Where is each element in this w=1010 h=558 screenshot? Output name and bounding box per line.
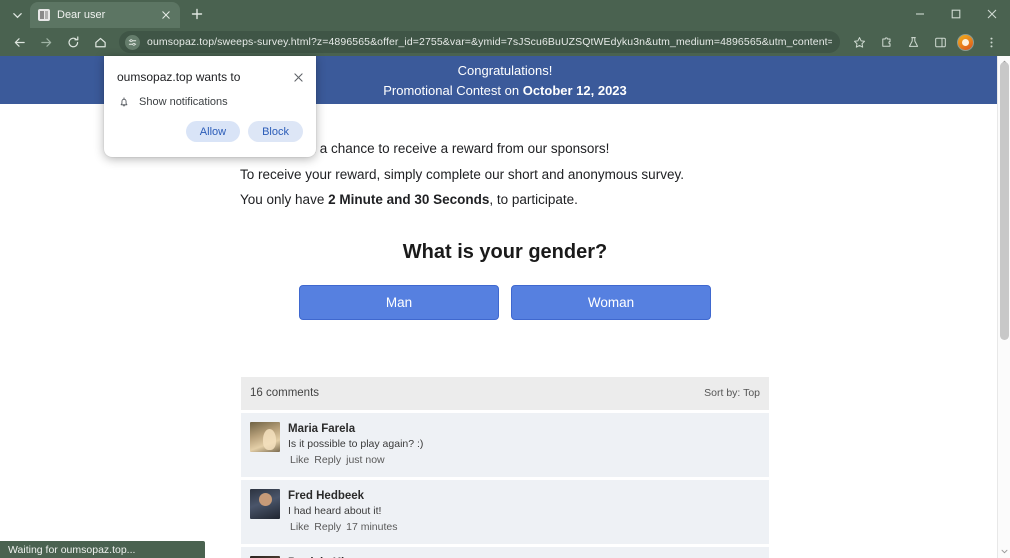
three-dot-menu-icon [989, 37, 993, 47]
reload-icon [67, 35, 78, 47]
flask-icon [908, 36, 918, 47]
window-controls [902, 0, 1010, 28]
comments-sort-control[interactable]: Sort by: Top [704, 387, 760, 399]
browser-tab[interactable]: Dear user [30, 2, 180, 28]
comment-author: Maria Farela [288, 422, 356, 435]
comment-meta: Like Reply just now [288, 453, 760, 468]
maximize-icon [951, 9, 961, 19]
puzzle-icon [881, 36, 891, 47]
address-bar[interactable]: oumsopaz.top/sweeps-survey.html?z=489656… [119, 31, 840, 53]
comment-author: Fred Hedbeek [288, 489, 365, 502]
intro-line-3-prefix: You only have [240, 192, 329, 207]
url-text: oumsopaz.top/sweeps-survey.html?z=489656… [147, 36, 832, 48]
comment-timestamp: 17 minutes [346, 520, 398, 533]
banner-subtitle: Promotional Contest on October 12, 2023 [383, 83, 627, 98]
minimize-icon [916, 13, 924, 15]
reload-button[interactable] [60, 30, 86, 54]
intro-line-3-suffix: , to participate. [489, 192, 578, 207]
profile-avatar-icon[interactable] [957, 33, 974, 51]
bell-icon [120, 97, 128, 107]
intro-line-2: To receive your reward, simply complete … [240, 166, 684, 182]
new-tab-button[interactable] [184, 1, 210, 27]
comments-section: 16 comments Sort by: Top Maria Farela Is… [241, 376, 769, 558]
tab-strip: Dear user [0, 0, 1010, 28]
chevron-down-icon [12, 12, 22, 18]
arrow-back-icon [14, 37, 25, 47]
page-content: We offer you a chance to receive a rewar… [0, 104, 1010, 558]
home-button[interactable] [87, 30, 113, 54]
tab-search-button[interactable] [4, 4, 30, 26]
comment-item: Fred Hedbeek I had heard about it! Like R… [241, 479, 769, 544]
page-scrollbar[interactable] [997, 56, 1010, 558]
permission-popup-title: oumsopaz.top wants to [117, 70, 241, 84]
comment-item: Patricia Kincey Thank you so much! LikeR… [241, 546, 769, 558]
scrollbar-down-button[interactable] [998, 545, 1010, 558]
permission-popup-close-button[interactable] [290, 69, 306, 85]
back-button[interactable] [6, 30, 32, 54]
status-bar: Waiting for oumsopaz.top... [0, 541, 206, 558]
comment-meta: Like Reply 17 minutes [288, 520, 760, 535]
answer-button-man[interactable]: Man [299, 284, 499, 320]
intro-line-1: We offer you a chance to receive a rewar… [240, 141, 610, 156]
document-favicon [38, 9, 50, 21]
forward-button[interactable] [33, 30, 59, 54]
minimize-button[interactable] [902, 0, 938, 28]
scrollbar-thumb[interactable] [1000, 62, 1009, 340]
banner-subtitle-prefix: Promotional Contest on [383, 82, 523, 98]
tab-title: Dear user [57, 9, 106, 21]
survey-question: What is your gender? [402, 240, 608, 263]
arrow-forward-icon [40, 37, 51, 47]
block-button[interactable]: Block [248, 121, 303, 142]
browser-window: Dear user oumsopaz.top/sweeps-survey.htm… [0, 0, 1010, 558]
intro-text: We offer you a chance to receive a rewar… [240, 136, 770, 213]
avatar [250, 421, 280, 452]
close-icon [293, 72, 303, 82]
side-panel-icon [934, 37, 946, 47]
comments-header: 16 comments Sort by: Top [241, 376, 769, 410]
site-info-button[interactable] [125, 34, 140, 50]
labs-button[interactable] [900, 30, 926, 54]
browser-toolbar: oumsopaz.top/sweeps-survey.html?z=489656… [0, 28, 1010, 56]
banner-title: Congratulations! [457, 62, 553, 78]
home-icon [94, 37, 106, 47]
close-window-icon [987, 9, 997, 19]
permission-request-label: Show notifications [139, 96, 228, 108]
plus-icon [191, 8, 203, 20]
comment-reply-button[interactable]: Reply [314, 521, 341, 533]
avatar [250, 488, 280, 519]
intro-line-3: You only have 2 Minute and 30 Seconds, t… [240, 187, 770, 213]
browser-menu-button[interactable] [978, 30, 1004, 54]
tab-close-button[interactable] [158, 7, 174, 23]
comment-text: I had heard about it! [288, 504, 382, 517]
extensions-button[interactable] [873, 30, 899, 54]
scroll-down-icon [1001, 549, 1008, 554]
bookmark-button[interactable] [846, 30, 872, 54]
comment-like-button[interactable]: Like [290, 454, 309, 466]
comment-item: Maria Farela Is it possible to play agai… [241, 412, 769, 477]
comments-count: 16 comments [250, 387, 320, 399]
close-window-button[interactable] [974, 0, 1010, 28]
maximize-button[interactable] [938, 0, 974, 28]
notification-permission-popup: oumsopaz.top wants to Show notifications… [104, 56, 316, 157]
toolbar-actions [846, 30, 1004, 54]
close-icon [162, 11, 170, 19]
tune-icon [128, 38, 137, 46]
comment-like-button[interactable]: Like [290, 521, 309, 533]
comment-timestamp: just now [346, 453, 385, 466]
countdown-value: 2 Minute and 30 Seconds [328, 192, 490, 207]
star-icon [853, 36, 865, 48]
banner-subtitle-date: October 12, 2023 [522, 82, 627, 98]
allow-button[interactable]: Allow [185, 121, 241, 142]
side-panel-button[interactable] [927, 30, 953, 54]
comment-reply-button[interactable]: Reply [314, 454, 341, 466]
comment-text: Is it possible to play again? :) [288, 437, 424, 450]
survey-answers: Man Woman [0, 284, 1010, 320]
answer-button-woman[interactable]: Woman [511, 284, 711, 320]
